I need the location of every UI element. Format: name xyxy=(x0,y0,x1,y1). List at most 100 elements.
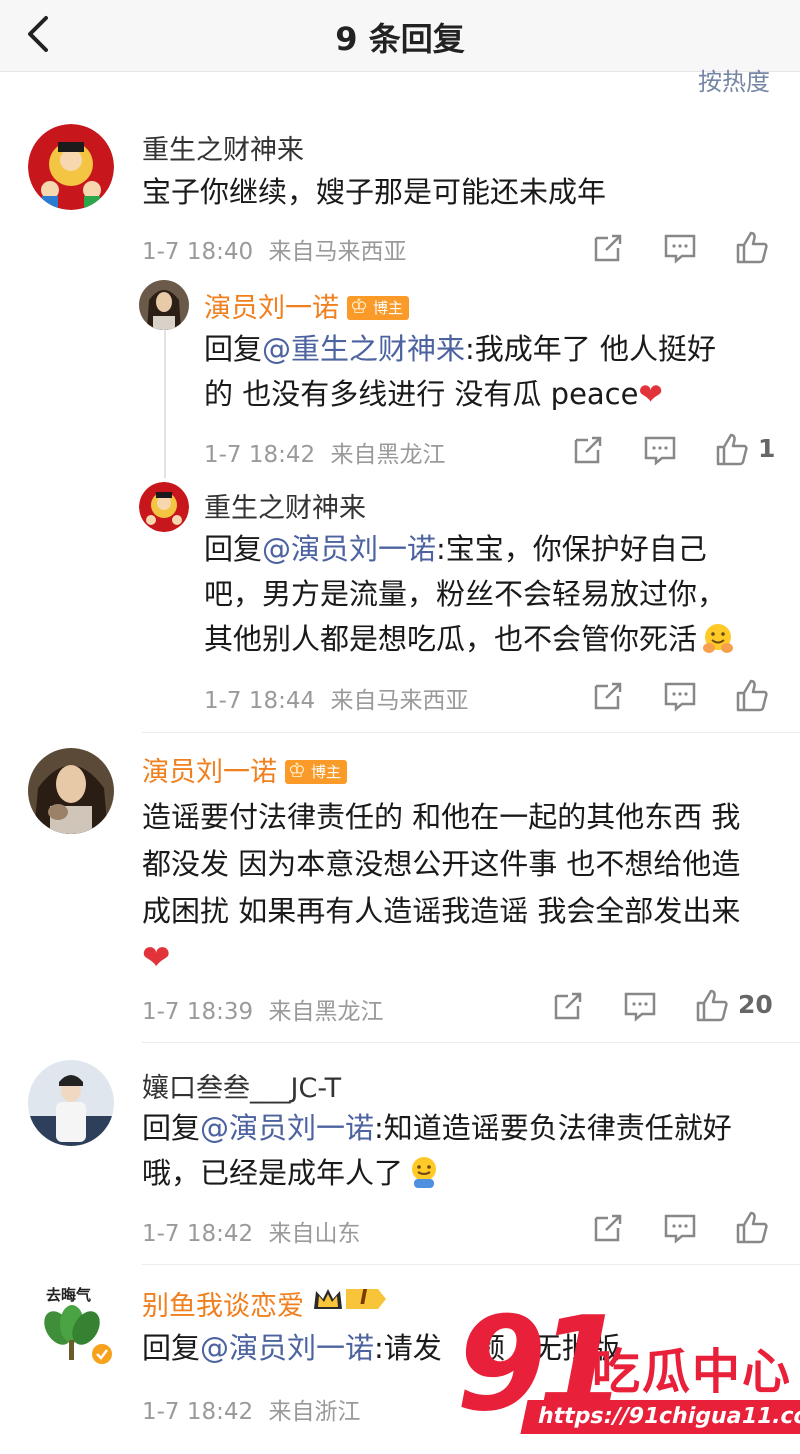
comment-item: 重生之财神来 宝子你继续，嫂子那是可能还未成年 1-7 18:40 来自马来西亚 xyxy=(0,120,800,270)
comment-text-line: 造谣要付法律责任的 和他在一起的其他东西 我 xyxy=(142,800,741,834)
comment-location: 来自马来西亚 xyxy=(268,239,407,265)
comment-time: 1-7 18:42 xyxy=(142,1399,254,1425)
comment-text: 回复@演员刘一诺:知道造谣要负法律责任就好 哦，已经是成年人了 xyxy=(142,1106,782,1196)
watermark-brand: 吃瓜中心 xyxy=(592,1344,793,1400)
mention-link[interactable]: @演员刘一诺 xyxy=(200,1111,374,1145)
comment-time: 1-7 18:42 xyxy=(142,1221,254,1247)
share-icon[interactable] xyxy=(590,678,626,714)
like-icon[interactable] xyxy=(734,678,770,714)
vip-level: I xyxy=(360,1285,368,1309)
heart-emoji: ❤ xyxy=(142,938,171,978)
comment-icon[interactable] xyxy=(662,230,698,266)
like-icon[interactable] xyxy=(734,1210,770,1246)
site-watermark: 91 吃瓜中心 https://91chigua11.com xyxy=(456,1294,800,1444)
page-title: 9 条回复 xyxy=(335,20,465,58)
avatar-caption: 去晦气 xyxy=(46,1286,92,1304)
commenter-name[interactable]: 别鱼我谈恋爱 xyxy=(142,1291,304,1322)
comment-item: 演员刘一诺博主 回复@重生之财神来:我成年了 他人挺好 的 也没有多线进行 没有… xyxy=(0,278,800,478)
sort-label: 按热度 xyxy=(698,68,770,96)
like-icon[interactable] xyxy=(734,230,770,266)
mention-link[interactable]: @重生之财神来 xyxy=(262,332,465,366)
comment-text-line: :我成年了 他人挺好 xyxy=(465,332,717,366)
comment-text-line: 成困扰 如果再有人造谣我造谣 我会全部发出来 xyxy=(142,894,741,928)
comment-icon[interactable] xyxy=(662,1210,698,1246)
like-icon[interactable] xyxy=(714,432,750,468)
watermark-url: https://91chigua11.com xyxy=(520,1400,800,1434)
comment-divider xyxy=(142,1264,800,1265)
share-icon[interactable] xyxy=(570,432,606,468)
nav-header: 9 条回复 xyxy=(0,0,800,72)
verified-icon xyxy=(90,1342,114,1366)
comment-actions: 1 xyxy=(570,432,790,472)
comment-divider xyxy=(142,732,800,733)
comment-time: 1-7 18:39 xyxy=(142,999,254,1025)
comment-text: 造谣要付法律责任的 和他在一起的其他东西 我 都没发 因为本意没想公开这件事 也… xyxy=(142,794,782,982)
comment-text: 宝子你继续，嫂子那是可能还未成年 xyxy=(142,175,607,209)
commenter-name-row: 别鱼我谈恋爱 I xyxy=(142,1284,388,1323)
sort-toggle[interactable]: 按热度 xyxy=(698,62,770,97)
comment-location: 来自黑龙江 xyxy=(330,442,446,468)
comment-text: 回复@重生之财神来:我成年了 他人挺好 的 也没有多线进行 没有瓜 peace❤ xyxy=(204,327,774,417)
comment-meta: 1-7 18:42 来自山东 xyxy=(142,1214,360,1248)
commenter-name[interactable]: 演员刘一诺 xyxy=(204,293,339,324)
comment-icon[interactable] xyxy=(662,678,698,714)
comment-divider xyxy=(142,1042,800,1043)
comment-location: 来自马来西亚 xyxy=(330,688,469,714)
hug-emoji-icon xyxy=(703,624,734,653)
comment-location: 来自山东 xyxy=(268,1221,361,1247)
comment-meta: 1-7 18:39 来自黑龙江 xyxy=(142,992,383,1026)
reply-prefix: 回复 xyxy=(204,532,263,566)
avatar[interactable] xyxy=(28,124,114,210)
comment-time: 1-7 18:40 xyxy=(142,239,254,265)
like-count: 20 xyxy=(738,990,773,1019)
comment-actions: 20 xyxy=(550,988,790,1028)
commenter-name[interactable]: 重生之财神来 xyxy=(204,486,366,525)
comment-icon[interactable] xyxy=(642,432,678,468)
comment-meta: 1-7 18:40 来自马来西亚 xyxy=(142,232,406,266)
comment-meta: 1-7 18:44 来自马来西亚 xyxy=(204,681,468,715)
comment-text-line: 都没发 因为本意没想公开这件事 也不想给他造 xyxy=(142,847,741,881)
vip-badge: I xyxy=(312,1285,388,1313)
comment-location: 来自黑龙江 xyxy=(268,999,384,1025)
commenter-name[interactable]: 演员刘一诺 xyxy=(142,757,277,788)
like-icon[interactable] xyxy=(694,988,730,1024)
share-icon[interactable] xyxy=(590,230,626,266)
reply-prefix: 回复 xyxy=(142,1331,201,1365)
comment-time: 1-7 18:44 xyxy=(204,688,316,714)
comment-actions xyxy=(590,678,780,718)
crown-icon xyxy=(314,1289,386,1309)
comment-actions xyxy=(590,1210,780,1250)
share-icon[interactable] xyxy=(550,988,586,1024)
avatar[interactable] xyxy=(28,748,114,834)
like-count: 1 xyxy=(758,434,776,463)
avatar[interactable] xyxy=(139,482,189,532)
commenter-name[interactable]: 重生之财神来 xyxy=(142,128,304,167)
mention-link[interactable]: @演员刘一诺 xyxy=(200,1331,374,1365)
author-badge: 博主 xyxy=(285,758,348,784)
comment-item: 孃口叁叁___JC-T 回复@演员刘一诺:知道造谣要负法律责任就好 哦，已经是成… xyxy=(0,1052,800,1262)
commenter-name[interactable]: 孃口叁叁___JC-T xyxy=(142,1066,341,1105)
comment-text-line: 的 也没有多线进行 没有瓜 peace xyxy=(204,377,639,411)
reply-prefix: 回复 xyxy=(142,1111,201,1145)
comment-text-line: :宝宝，你保护好自己 xyxy=(436,532,707,566)
avatar[interactable] xyxy=(139,280,189,330)
comment-location: 来自浙江 xyxy=(268,1399,361,1425)
reply-prefix: 回复 xyxy=(204,332,263,366)
comment-actions xyxy=(590,230,780,270)
avatar[interactable]: 去晦气 xyxy=(28,1280,114,1366)
comment-text-line: :请发 xyxy=(374,1331,442,1365)
avatar[interactable] xyxy=(28,1060,114,1146)
comment-text-line: 其他别人都是想吃瓜，也不会管你死活 xyxy=(204,622,698,656)
comment-meta: 1-7 18:42 来自黑龙江 xyxy=(204,435,445,469)
comment-time: 1-7 18:42 xyxy=(204,442,316,468)
comment-item: 重生之财神来 回复@演员刘一诺:宝宝，你保护好自己 吧，男方是流量，粉丝不会轻易… xyxy=(0,478,800,728)
comment-text: 回复@演员刘一诺:宝宝，你保护好自己 吧，男方是流量，粉丝不会轻易放过你， 其他… xyxy=(204,527,784,662)
commenter-name-row: 演员刘一诺博主 xyxy=(204,286,410,325)
comment-meta: 1-7 18:42 来自浙江 xyxy=(142,1392,360,1426)
comment-text-line: :知道造谣要负法律责任就好 xyxy=(374,1111,732,1145)
share-icon[interactable] xyxy=(590,1210,626,1246)
hug-emoji-icon xyxy=(412,1157,437,1188)
comment-icon[interactable] xyxy=(622,988,658,1024)
commenter-name-row: 演员刘一诺博主 xyxy=(142,750,348,789)
mention-link[interactable]: @演员刘一诺 xyxy=(262,532,436,566)
